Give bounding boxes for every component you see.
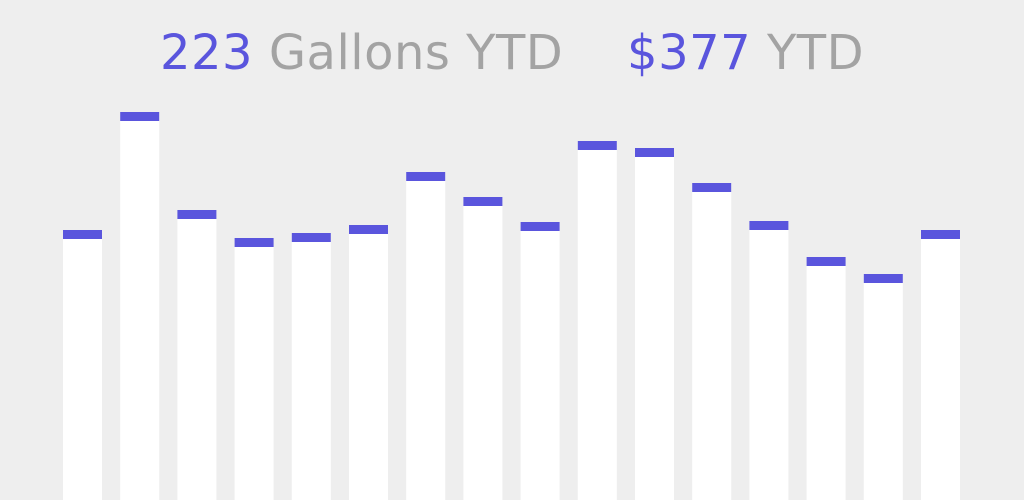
bar-cap — [349, 225, 388, 234]
bar-cap — [63, 230, 102, 239]
bar — [234, 238, 274, 500]
bar-cap — [520, 222, 560, 231]
bar-cap — [463, 197, 503, 206]
bar — [463, 197, 503, 500]
bar — [120, 112, 160, 500]
bar-cap — [120, 112, 160, 121]
bar-cap — [406, 172, 446, 181]
bar — [863, 274, 903, 500]
bar — [806, 257, 846, 500]
bar-cap — [863, 274, 903, 283]
bar-chart — [63, 112, 960, 500]
bar-cap — [635, 148, 674, 157]
bar-cap — [577, 141, 617, 150]
bar — [349, 225, 388, 500]
bar — [63, 230, 102, 500]
bar-cap — [177, 210, 217, 219]
bar — [635, 148, 674, 500]
bar — [177, 210, 217, 500]
bar-cap — [749, 221, 789, 230]
bar — [406, 172, 446, 500]
bar-cap — [291, 233, 331, 242]
bar — [692, 183, 732, 500]
bar-cap — [692, 183, 732, 192]
bar — [749, 221, 789, 500]
bar-cap — [806, 257, 846, 266]
bar — [291, 233, 331, 500]
bar — [577, 141, 617, 500]
bar — [921, 230, 960, 500]
bar-cap — [921, 230, 960, 239]
bar — [520, 222, 560, 500]
bar-cap — [234, 238, 274, 247]
